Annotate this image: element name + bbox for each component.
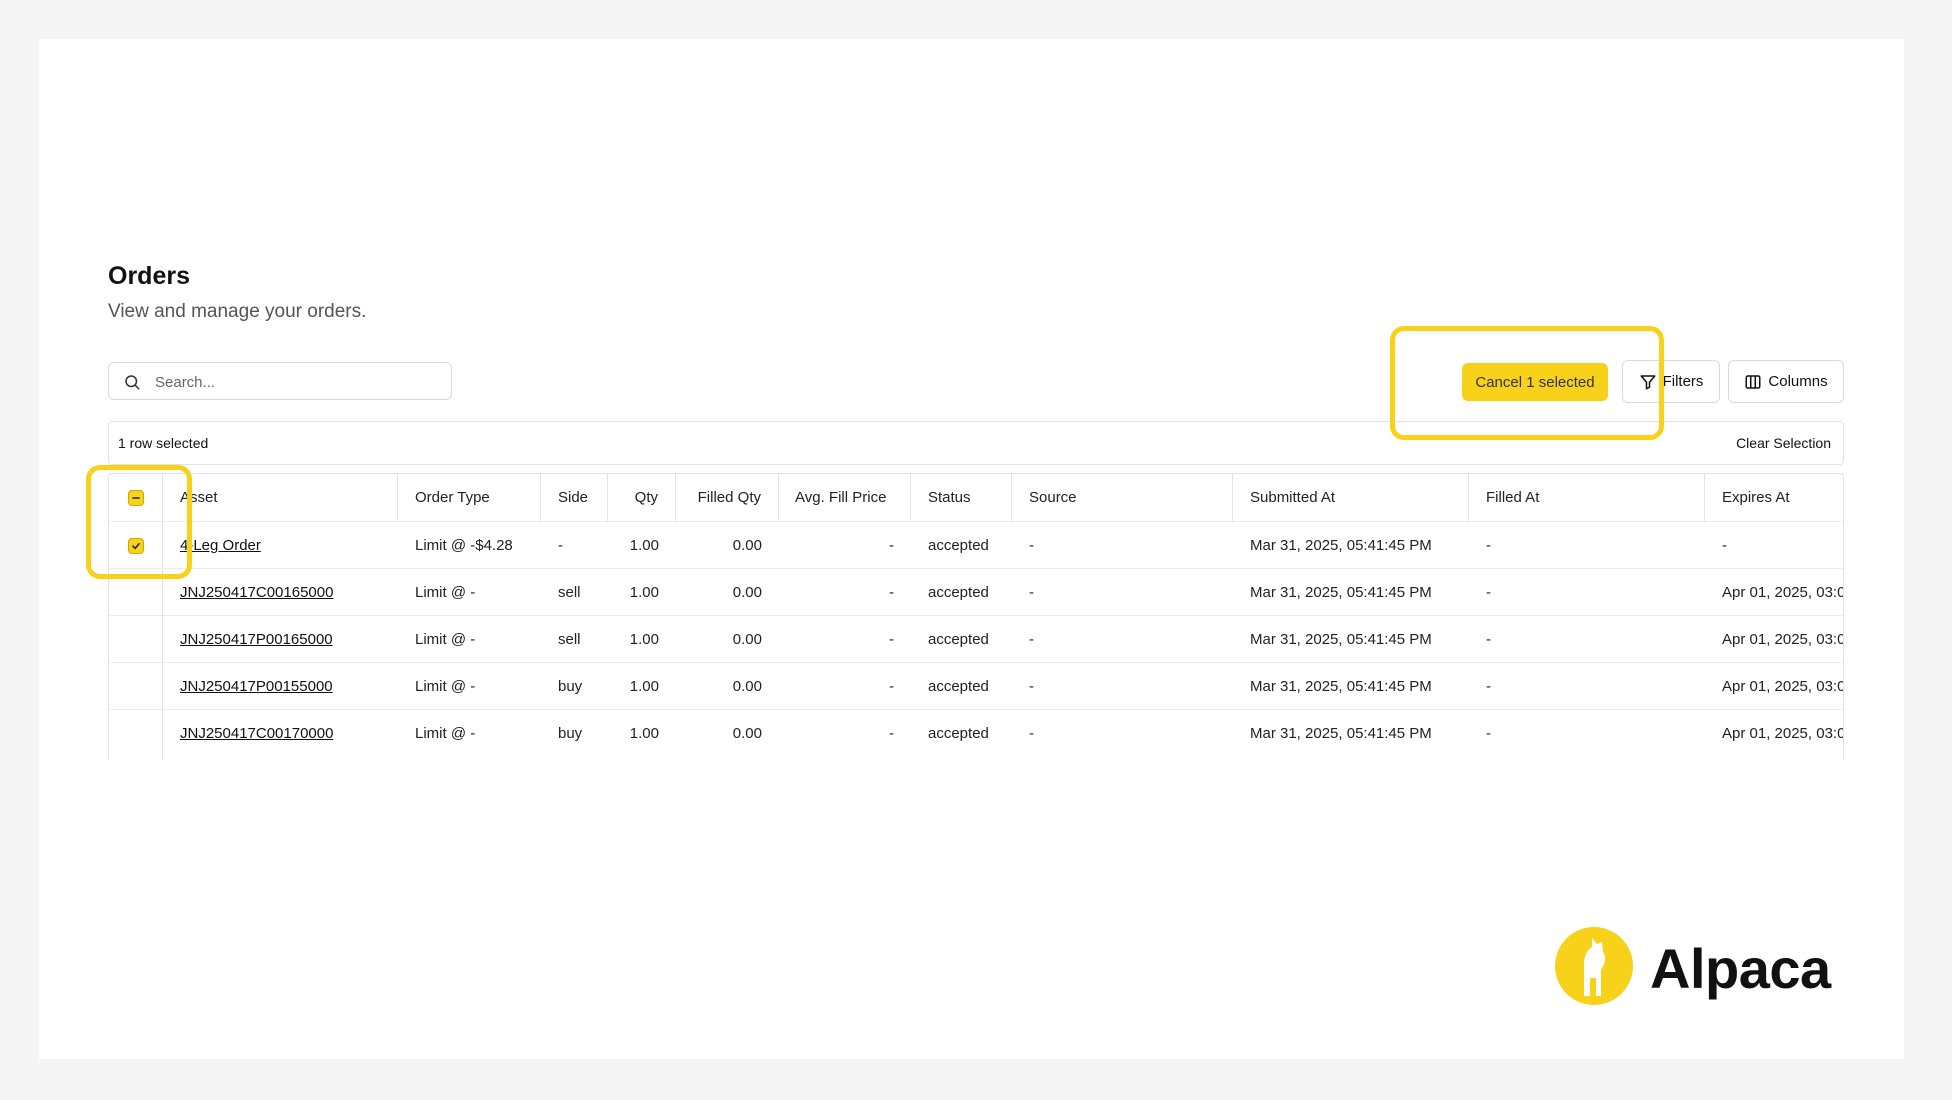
page-title: Orders [108, 262, 190, 290]
status-cell: accepted [928, 725, 989, 742]
avg-fill-price-cell: - [889, 725, 894, 742]
page-subtitle: View and manage your orders. [108, 301, 367, 322]
filled-qty-cell: 0.00 [732, 537, 762, 554]
asset-link[interactable]: JNJ250417C00170000 [180, 725, 333, 742]
side-cell: sell [558, 584, 581, 601]
table-row[interactable]: JNJ250417C00170000 Limit @ - buy 1.00 0.… [109, 709, 1844, 757]
header-filled-at[interactable]: Filled At [1469, 474, 1705, 521]
selection-bar: 1 row selected Clear Selection [108, 421, 1844, 465]
source-cell: - [1029, 584, 1034, 601]
alpaca-logo: Alpaca [1554, 926, 1831, 1006]
expires-at-cell: Apr 01, 2025, 03:0 [1722, 631, 1844, 648]
orders-table: Asset Order Type Side Qty Filled Qty Avg… [108, 473, 1844, 760]
filled-qty-cell: 0.00 [732, 725, 762, 742]
filled-qty-cell: 0.00 [732, 678, 762, 695]
table-header: Asset Order Type Side Qty Filled Qty Avg… [109, 474, 1843, 521]
expires-at-cell: Apr 01, 2025, 03:0 [1722, 678, 1844, 695]
status-cell: accepted [928, 631, 989, 648]
columns-label: Columns [1768, 373, 1828, 390]
source-cell: - [1029, 725, 1034, 742]
expires-at-cell: Apr 01, 2025, 03:0 [1722, 725, 1844, 742]
filled-at-cell: - [1486, 678, 1491, 695]
qty-cell: 1.00 [629, 584, 659, 601]
expires-at-cell: Apr 01, 2025, 03:0 [1722, 584, 1844, 601]
order-type-cell: Limit @ - [415, 725, 476, 742]
side-cell: sell [558, 631, 581, 648]
brand-name: Alpaca [1650, 937, 1831, 1000]
submitted-at-cell: Mar 31, 2025, 05:41:45 PM [1250, 631, 1432, 648]
table-row[interactable]: JNJ250417C00165000 Limit @ - sell 1.00 0… [109, 568, 1844, 616]
order-type-cell: Limit @ - [415, 584, 476, 601]
table-row[interactable]: 4-Leg Order Limit @ -$4.28 - 1.00 0.00 -… [109, 521, 1843, 569]
order-type-cell: Limit @ -$4.28 [415, 537, 513, 554]
filled-at-cell: - [1486, 725, 1491, 742]
status-cell: accepted [928, 678, 989, 695]
select-all-cell [109, 474, 163, 521]
filled-at-cell: - [1486, 631, 1491, 648]
row-select-cell [109, 522, 163, 569]
submitted-at-cell: Mar 31, 2025, 05:41:45 PM [1250, 537, 1432, 554]
alpaca-logo-icon [1555, 927, 1633, 1005]
qty-cell: 1.00 [629, 631, 659, 648]
side-cell: buy [558, 725, 583, 742]
avg-fill-price-cell: - [889, 584, 894, 601]
row-checkbox[interactable] [128, 537, 144, 554]
search-icon [125, 375, 140, 390]
avg-fill-price-cell: - [889, 631, 894, 648]
header-qty[interactable]: Qty [608, 474, 676, 521]
columns-icon [1745, 374, 1761, 389]
header-order-type[interactable]: Order Type [398, 474, 541, 521]
search-input[interactable] [153, 363, 447, 401]
avg-fill-price-cell: - [889, 678, 894, 695]
order-type-cell: Limit @ - [415, 678, 476, 695]
table-row[interactable]: JNJ250417P00165000 Limit @ - sell 1.00 0… [109, 615, 1844, 663]
submitted-at-cell: Mar 31, 2025, 05:41:45 PM [1250, 725, 1432, 742]
filters-button[interactable]: Filters [1622, 360, 1720, 403]
source-cell: - [1029, 631, 1034, 648]
header-filled-qty[interactable]: Filled Qty [676, 474, 779, 521]
minus-icon [131, 496, 140, 499]
select-all-checkbox[interactable] [127, 489, 144, 506]
asset-link[interactable]: JNJ250417P00165000 [180, 631, 333, 648]
filled-at-cell: - [1486, 584, 1491, 601]
side-cell: buy [558, 678, 583, 695]
qty-cell: 1.00 [629, 725, 659, 742]
selected-count: 1 row selected [118, 435, 209, 451]
status-cell: accepted [928, 537, 989, 554]
header-side[interactable]: Side [541, 474, 608, 521]
table-row[interactable]: JNJ250417P00155000 Limit @ - buy 1.00 0.… [109, 662, 1844, 710]
submitted-at-cell: Mar 31, 2025, 05:41:45 PM [1250, 678, 1432, 695]
check-icon [132, 542, 140, 549]
qty-cell: 1.00 [629, 678, 659, 695]
side-cell: - [558, 537, 563, 554]
order-type-cell: Limit @ - [415, 631, 476, 648]
header-avg-fill-price[interactable]: Avg. Fill Price [779, 474, 911, 521]
filters-label: Filters [1662, 373, 1704, 390]
submitted-at-cell: Mar 31, 2025, 05:41:45 PM [1250, 584, 1432, 601]
columns-button[interactable]: Columns [1728, 360, 1844, 403]
qty-cell: 1.00 [629, 537, 659, 554]
clear-selection-button[interactable]: Clear Selection [1736, 435, 1831, 451]
status-cell: accepted [928, 584, 989, 601]
filter-icon [1640, 374, 1656, 389]
source-cell: - [1029, 678, 1034, 695]
asset-link[interactable]: JNJ250417C00165000 [180, 584, 333, 601]
asset-link[interactable]: JNJ250417P00155000 [180, 678, 333, 695]
cancel-selected-button[interactable]: Cancel 1 selected [1462, 363, 1608, 401]
header-asset[interactable]: Asset [163, 474, 398, 521]
header-status[interactable]: Status [911, 474, 1012, 521]
filled-qty-cell: 0.00 [732, 584, 762, 601]
avg-fill-price-cell: - [889, 537, 894, 554]
header-submitted-at[interactable]: Submitted At [1233, 474, 1469, 521]
filled-at-cell: - [1486, 537, 1491, 554]
header-source[interactable]: Source [1012, 474, 1233, 521]
search-box[interactable] [108, 362, 452, 401]
asset-link[interactable]: 4-Leg Order [180, 537, 261, 554]
expires-at-cell: - [1722, 537, 1727, 554]
header-expires-at[interactable]: Expires At [1705, 474, 1843, 521]
source-cell: - [1029, 537, 1034, 554]
filled-qty-cell: 0.00 [732, 631, 762, 648]
